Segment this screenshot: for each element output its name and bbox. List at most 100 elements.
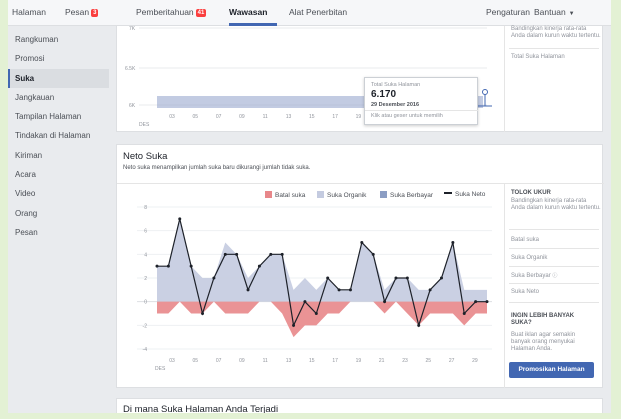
x-tick-label: 17 <box>332 114 338 120</box>
chevron-down-icon: ▼ <box>568 11 575 17</box>
x-tick-label: 07 <box>216 114 222 120</box>
benchmark-text: Bandingkan kinerja rata-rata Anda dalam … <box>511 26 601 39</box>
nav-tab-wawasan[interactable]: Wawasan <box>229 7 267 17</box>
net-likes-chart[interactable]: 8 6 4 2 0 -2 -4 03 05 07 09 11 13 15 17 19 21 23 25 27 29 DES <box>117 199 504 389</box>
x-tick-label: 13 <box>286 114 292 120</box>
x-tick-label: 21 <box>379 358 385 364</box>
sidebar-item-video[interactable]: Video <box>8 184 109 203</box>
legend-suka-organik[interactable]: Suka Organik <box>317 191 366 199</box>
net-likes-point <box>485 300 489 304</box>
sidebar-item-pesan[interactable]: Pesan <box>8 223 109 242</box>
x-tick-label: 05 <box>193 114 199 120</box>
net-likes-point <box>246 288 250 292</box>
organic-likes-area <box>157 218 487 302</box>
benchmark-link-suka-berbayar[interactable]: Suka Berbayar ⓘ <box>511 272 557 279</box>
chart-tooltip: Total Suka Halaman 6.170 29 Desember 201… <box>364 77 478 125</box>
net-likes-point <box>360 241 364 244</box>
card-subtitle: Neto suka menampilkan jumlah suka baru d… <box>123 165 311 171</box>
legend-swatch <box>317 191 324 198</box>
settings-link[interactable]: Pengaturan <box>486 7 530 17</box>
sidebar-item-rangkuman[interactable]: Rangkuman <box>8 30 109 49</box>
benchmark-text: Bandingkan kinerja rata-rata Anda dalam … <box>511 198 601 211</box>
tooltip-hint: Klik atau geser untuk memilih <box>371 113 443 119</box>
net-likes-card: Neto Suka Neto suka menampilkan jumlah s… <box>116 144 604 389</box>
y-tick-label: 4 <box>144 252 147 258</box>
help-menu[interactable]: Bantuan ▼ <box>534 7 575 17</box>
sidebar-item-orang[interactable]: Orang <box>8 204 109 223</box>
x-tick-label: 27 <box>449 358 455 364</box>
x-tick-label: 03 <box>169 358 175 364</box>
unlikes-area <box>157 301 487 338</box>
info-icon: ⓘ <box>552 273 558 279</box>
selected-point-marker[interactable] <box>478 88 492 108</box>
legend-swatch <box>380 191 387 198</box>
x-tick-label: 19 <box>356 358 362 364</box>
net-likes-point <box>371 252 375 256</box>
card-title: Neto Suka <box>123 151 168 162</box>
x-tick-label: 11 <box>263 358 268 364</box>
x-tick-label: 07 <box>216 358 222 364</box>
x-tick-label: 09 <box>239 358 245 364</box>
y-tick-label: 6K <box>129 103 136 109</box>
sidebar-item-tindakan-di-halaman[interactable]: Tindakan di Halaman <box>8 126 109 145</box>
net-likes-point <box>348 288 352 292</box>
net-likes-point <box>326 276 330 280</box>
legend-suka-neto[interactable]: Suka Neto <box>444 191 485 198</box>
net-likes-point <box>223 252 227 256</box>
tooltip-date: 29 Desember 2016 <box>371 102 420 108</box>
net-likes-point <box>474 300 478 304</box>
x-tick-label: 15 <box>309 358 315 364</box>
x-month-label: DES <box>155 366 166 372</box>
legend-batal-suka[interactable]: Batal suka <box>265 191 305 199</box>
net-likes-point <box>257 264 261 268</box>
y-tick-label: 0 <box>144 300 147 306</box>
net-likes-point <box>155 264 159 268</box>
net-likes-point <box>314 312 318 315</box>
net-likes-point <box>303 300 307 304</box>
net-likes-point <box>292 323 296 327</box>
benchmark-link-batal-suka[interactable]: Batal suka <box>511 237 539 243</box>
net-likes-point <box>337 288 341 292</box>
sidebar-item-promosi[interactable]: Promosi <box>8 49 109 68</box>
y-tick-label: 2 <box>144 276 147 282</box>
x-tick-label: 19 <box>356 114 362 120</box>
benchmark-link-suka-organik[interactable]: Suka Organik <box>511 255 547 261</box>
nav-tab-pemberitahuan[interactable]: Pemberitahuan 41 <box>136 7 207 17</box>
x-tick-label: 09 <box>239 114 245 120</box>
net-likes-point <box>201 312 205 315</box>
x-month-label: DES <box>139 122 150 128</box>
y-tick-label: 6 <box>144 229 147 235</box>
sidebar-item-jangkauan[interactable]: Jangkauan <box>8 88 109 107</box>
tooltip-label: Total Suka Halaman <box>371 82 421 88</box>
net-likes-point <box>394 276 398 280</box>
x-tick-label: 23 <box>402 358 408 364</box>
net-likes-point <box>235 252 239 256</box>
sidebar-item-acara[interactable]: Acara <box>8 165 109 184</box>
sidebar-item-tampilan-halaman[interactable]: Tampilan Halaman <box>8 107 109 126</box>
legend-suka-berbayar[interactable]: Suka Berbayar <box>380 191 433 199</box>
nav-tab-alat-penerbitan[interactable]: Alat Penerbitan <box>289 7 347 17</box>
y-tick-label: -2 <box>143 323 148 329</box>
benchmark-link-total[interactable]: Total Suka Halaman <box>511 54 565 60</box>
net-likes-point <box>280 252 284 256</box>
promo-text: Buat iklan agar semakin banyak orang men… <box>511 332 576 352</box>
y-tick-label: 8 <box>144 205 147 211</box>
net-likes-point <box>166 264 170 268</box>
top-navigation: Halaman Pesan 3 Pemberitahuan 41 Wawasan A… <box>8 0 611 26</box>
x-tick-label: 13 <box>286 358 292 364</box>
nav-tab-pesan[interactable]: Pesan 3 <box>65 7 99 17</box>
net-likes-point <box>462 312 466 315</box>
promo-heading: INGIN LEBIH BANYAK SUKA? <box>511 313 575 326</box>
net-likes-point <box>451 241 455 244</box>
net-likes-point <box>383 300 387 304</box>
benchmark-link-suka-neto[interactable]: Suka Neto <box>511 289 539 295</box>
promote-page-button[interactable]: Promosikan Halaman <box>509 362 594 378</box>
nav-tab-halaman[interactable]: Halaman <box>12 7 46 17</box>
pemberitahuan-badge: 41 <box>195 9 207 17</box>
x-tick-label: 29 <box>472 358 478 364</box>
sidebar-item-kiriman[interactable]: Kiriman <box>8 146 109 165</box>
sidebar-item-suka[interactable]: Suka <box>8 68 109 88</box>
net-likes-point <box>439 276 443 280</box>
legend-swatch <box>265 191 272 198</box>
window-frame-left <box>0 0 8 419</box>
